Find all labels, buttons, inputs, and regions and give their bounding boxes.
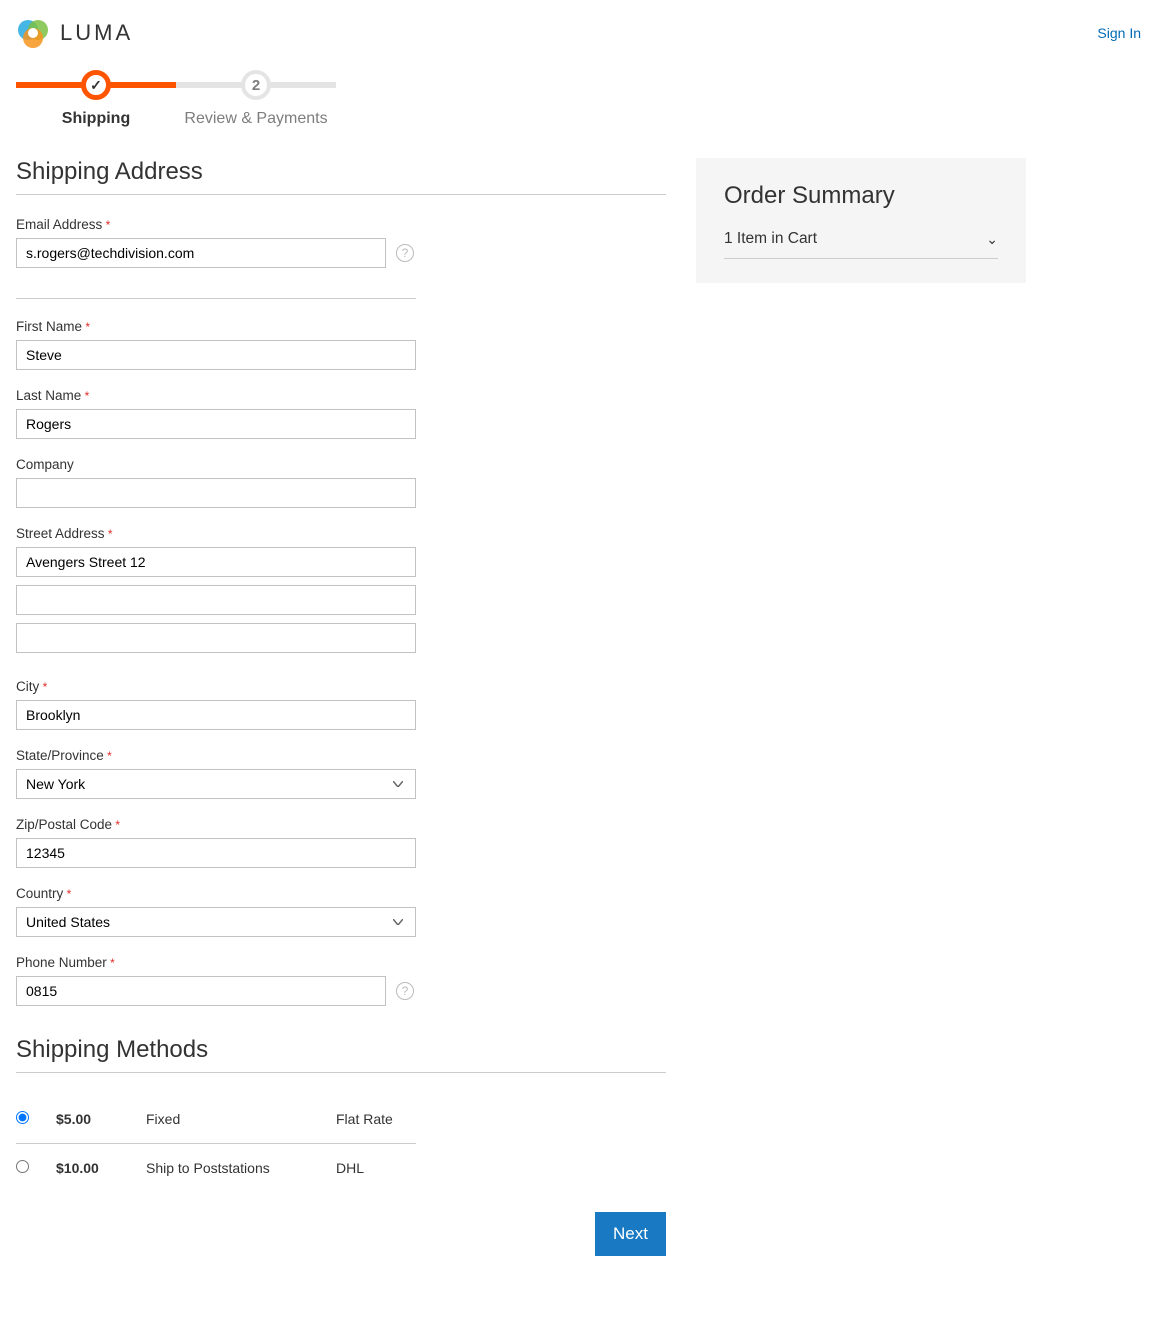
shipping-price: $5.00: [56, 1111, 146, 1127]
shipping-methods-title: Shipping Methods: [16, 1036, 666, 1073]
step-review[interactable]: 2 Review & Payments: [176, 70, 336, 128]
shipping-title: Ship to Poststations: [146, 1160, 336, 1176]
country-select[interactable]: United States: [16, 907, 416, 937]
logo[interactable]: LUMA: [16, 16, 133, 50]
shipping-radio-dhl[interactable]: [16, 1160, 29, 1173]
divider: [16, 298, 416, 299]
phone-label: Phone Number: [16, 955, 666, 970]
cart-items-toggle[interactable]: 1 Item in Cart ⌄: [724, 230, 998, 259]
firstname-label: First Name: [16, 319, 666, 334]
step-review-label: Review & Payments: [176, 110, 336, 128]
zip-label: Zip/Postal Code: [16, 817, 666, 832]
step-number: 2: [241, 70, 271, 100]
shipping-title: Fixed: [146, 1111, 336, 1127]
state-select[interactable]: New York: [16, 769, 416, 799]
logo-icon: [16, 16, 50, 50]
shipping-carrier: DHL: [336, 1160, 416, 1176]
street-field-3[interactable]: [16, 623, 416, 653]
step-shipping-label: Shipping: [16, 110, 176, 128]
help-icon[interactable]: ?: [396, 244, 414, 262]
phone-field[interactable]: [16, 976, 386, 1006]
email-field[interactable]: [16, 238, 386, 268]
street-field-1[interactable]: [16, 547, 416, 577]
lastname-label: Last Name: [16, 388, 666, 403]
city-field[interactable]: [16, 700, 416, 730]
order-summary-title: Order Summary: [724, 182, 998, 210]
state-label: State/Province: [16, 748, 666, 763]
next-button[interactable]: Next: [595, 1212, 666, 1256]
checkmark-icon: ✓: [90, 77, 102, 94]
signin-link[interactable]: Sign In: [1097, 25, 1141, 41]
shipping-address-title: Shipping Address: [16, 158, 666, 195]
shipping-carrier: Flat Rate: [336, 1111, 416, 1127]
checkout-progress: ✓ Shipping 2 Review & Payments: [16, 70, 336, 128]
country-label: Country: [16, 886, 666, 901]
zip-field[interactable]: [16, 838, 416, 868]
street-label: Street Address: [16, 526, 666, 541]
city-label: City: [16, 679, 666, 694]
shipping-price: $10.00: [56, 1160, 146, 1176]
street-field-2[interactable]: [16, 585, 416, 615]
order-summary: Order Summary 1 Item in Cart ⌄: [696, 158, 1026, 283]
firstname-field[interactable]: [16, 340, 416, 370]
email-label: Email Address: [16, 217, 666, 232]
shipping-methods-section: Shipping Methods $5.00 Fixed Flat Rate $…: [16, 1036, 666, 1256]
help-icon[interactable]: ?: [396, 982, 414, 1000]
company-label: Company: [16, 457, 666, 472]
cart-count: 1 Item in Cart: [724, 230, 817, 248]
shipping-method-row[interactable]: $5.00 Fixed Flat Rate: [16, 1095, 416, 1144]
shipping-radio-flatrate[interactable]: [16, 1111, 29, 1124]
page-header: LUMA Sign In: [16, 16, 1141, 50]
logo-text: LUMA: [60, 20, 133, 46]
chevron-down-icon: ⌄: [986, 231, 998, 248]
company-field[interactable]: [16, 478, 416, 508]
shipping-method-row[interactable]: $10.00 Ship to Poststations DHL: [16, 1144, 416, 1192]
step-shipping[interactable]: ✓ Shipping: [16, 70, 176, 128]
lastname-field[interactable]: [16, 409, 416, 439]
